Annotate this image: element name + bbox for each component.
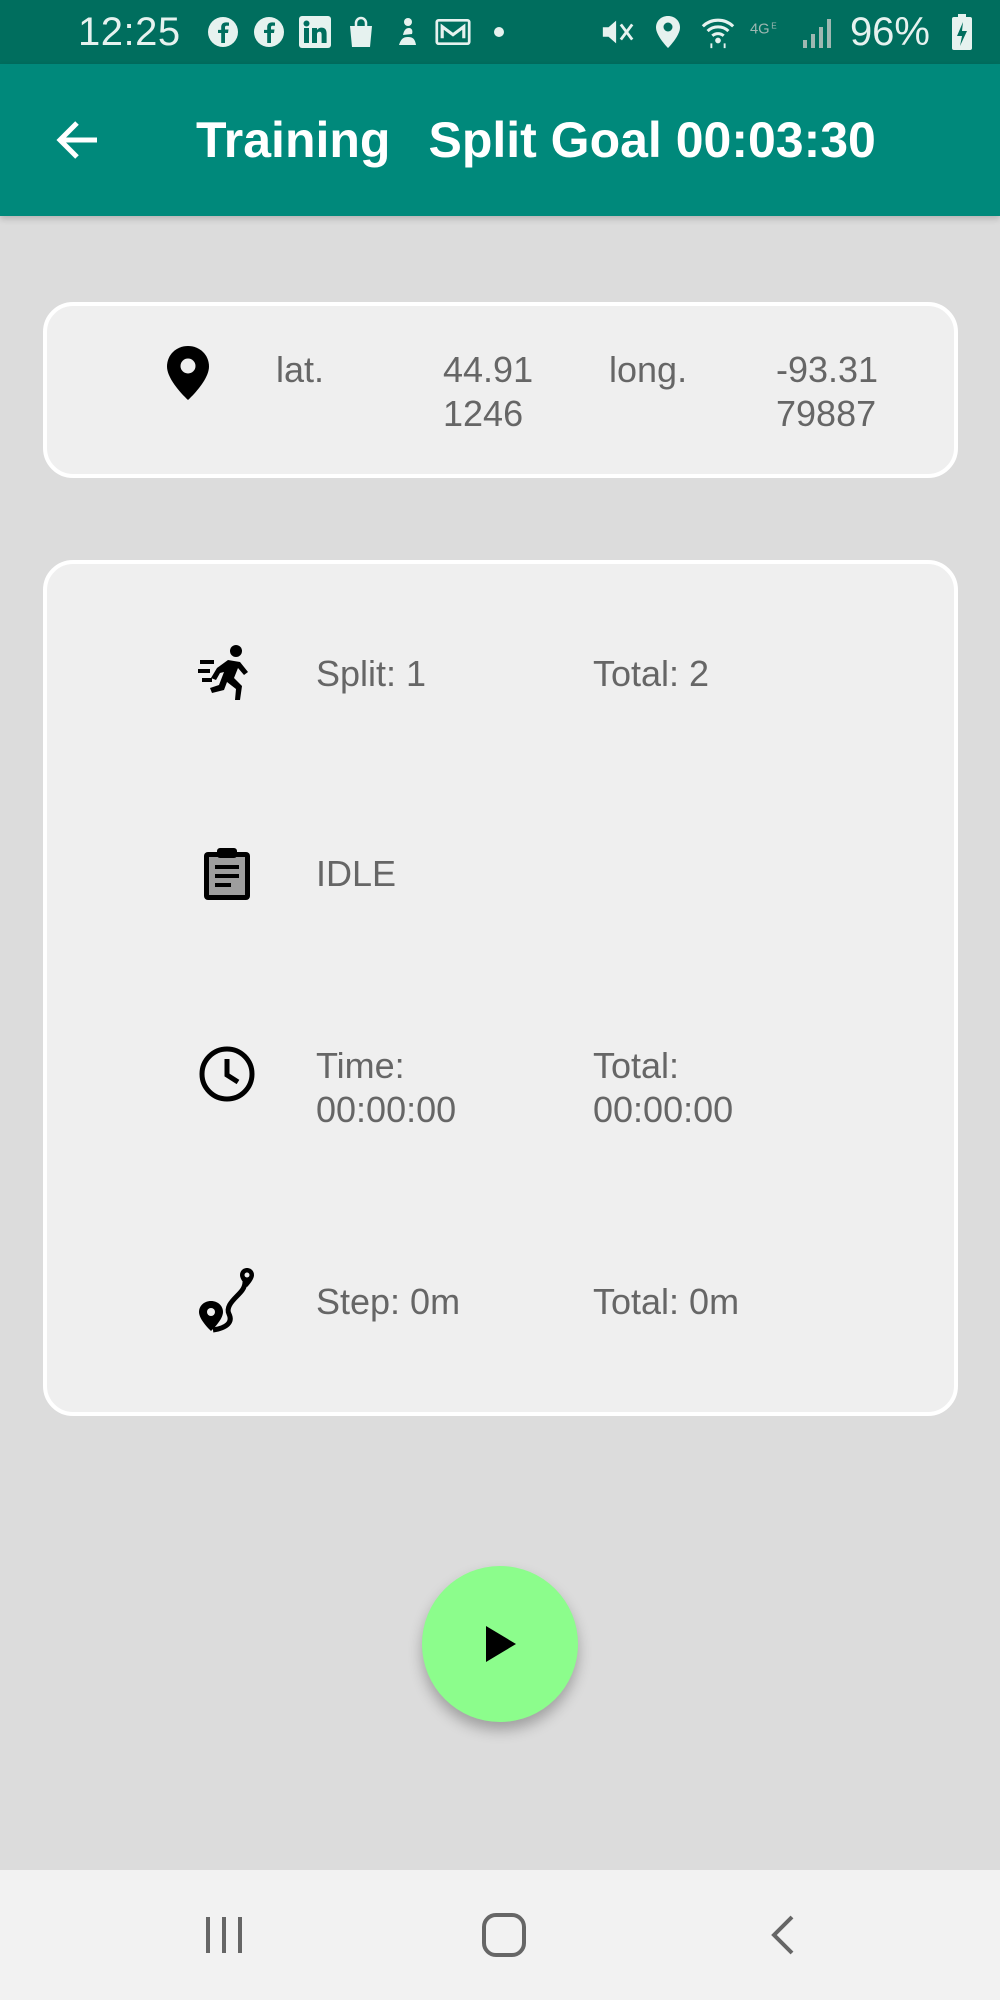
route-icon: [197, 1268, 257, 1333]
linkedin-icon: [297, 14, 333, 50]
svg-text:4G: 4G: [750, 22, 770, 38]
signal-icon: [800, 14, 836, 50]
mute-icon: [600, 14, 636, 50]
split-total-text: Total: 2: [593, 653, 710, 694]
app-bar: Training Split Goal 00:03:30: [0, 64, 1000, 216]
shopping-bag-icon: [343, 14, 379, 50]
back-icon: [771, 1915, 794, 1955]
nav-bar: [0, 1870, 1000, 2000]
long-value: -93.31 79887: [776, 349, 879, 434]
stats-card: Split: 1 Total: 2 IDLE Time: 00:00:00 To…: [43, 560, 958, 1416]
location-icon: [650, 14, 686, 50]
back-button[interactable]: [40, 102, 116, 178]
split-goal-text: Split Goal 00:03:30: [428, 112, 876, 168]
recent-apps-button[interactable]: [189, 1900, 259, 1970]
dot-icon: [481, 14, 517, 50]
step-total-text: Total: 0m: [593, 1281, 740, 1322]
4g-icon: 4G E: [750, 14, 786, 50]
play-button[interactable]: [422, 1566, 578, 1722]
facebook-icon: [205, 14, 241, 50]
home-button[interactable]: [469, 1900, 539, 1970]
location-card: lat. 44.91 1246 long. -93.31 79887: [43, 302, 958, 478]
title-text: Training: [196, 112, 391, 168]
status-bar: 12:25 4G E 96%: [0, 0, 1000, 64]
split-text: Split: 1: [316, 653, 427, 694]
location-pin-icon: [165, 344, 211, 407]
mail-icon: [435, 14, 471, 50]
battery-charging-icon: [944, 14, 980, 50]
status-time: 12:25: [78, 9, 181, 54]
nav-back-button[interactable]: [749, 1900, 819, 1970]
wifi-icon: [700, 14, 736, 50]
time-text: Time: 00:00:00: [316, 1045, 457, 1130]
clipboard-icon: [197, 844, 257, 904]
battery-percent: 96%: [849, 9, 930, 54]
recent-apps-icon: [206, 1917, 242, 1953]
page-title: Training Split Goal 00:03:30: [196, 111, 876, 169]
running-icon: [197, 644, 257, 704]
clock-icon: [197, 1044, 257, 1104]
screen: 12:25 4G E 96% Training Split Goal 00:03…: [0, 0, 1000, 2000]
app-icon: [389, 14, 425, 50]
lat-label: lat.: [276, 349, 325, 390]
home-icon: [482, 1913, 526, 1957]
time-total-text: Total: 00:00:00: [593, 1045, 734, 1130]
state-text: IDLE: [316, 853, 397, 894]
long-label: long.: [609, 349, 688, 390]
facebook-icon: [251, 14, 287, 50]
play-icon: [486, 1626, 516, 1662]
lat-value: 44.91 1246: [443, 349, 534, 434]
svg-text:E: E: [771, 22, 777, 31]
step-text: Step: 0m: [316, 1281, 461, 1322]
arrow-left-icon: [56, 121, 97, 159]
